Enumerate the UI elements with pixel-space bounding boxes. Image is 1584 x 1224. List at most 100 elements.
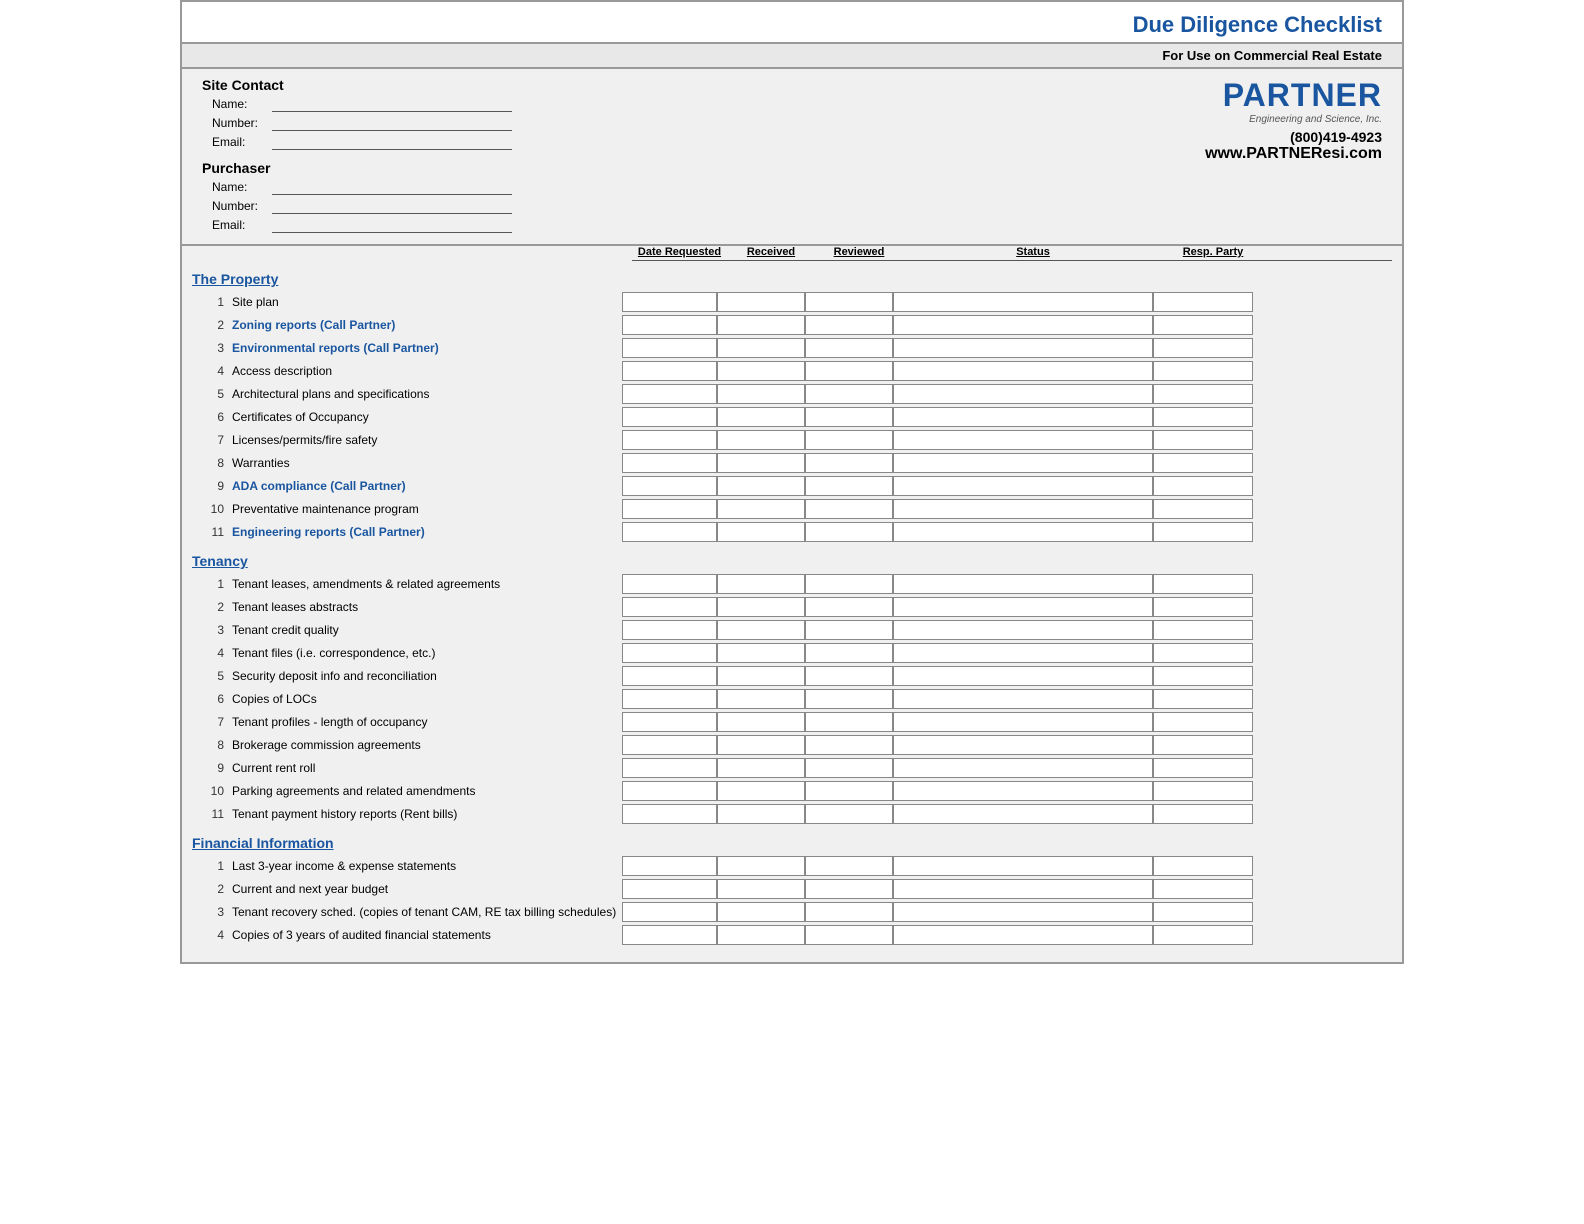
checklist-cell[interactable] bbox=[893, 712, 1153, 732]
checklist-cell[interactable] bbox=[893, 597, 1153, 617]
checklist-cell[interactable] bbox=[1153, 522, 1253, 542]
checklist-cell[interactable] bbox=[1153, 430, 1253, 450]
checklist-cell[interactable] bbox=[717, 476, 805, 496]
checklist-cell[interactable] bbox=[1153, 292, 1253, 312]
checklist-cell[interactable] bbox=[622, 574, 717, 594]
checklist-cell[interactable] bbox=[805, 879, 893, 899]
checklist-cell[interactable] bbox=[1153, 384, 1253, 404]
checklist-cell[interactable] bbox=[893, 689, 1153, 709]
checklist-cell[interactable] bbox=[805, 597, 893, 617]
checklist-cell[interactable] bbox=[717, 925, 805, 945]
checklist-cell[interactable] bbox=[622, 384, 717, 404]
checklist-cell[interactable] bbox=[622, 712, 717, 732]
checklist-cell[interactable] bbox=[622, 781, 717, 801]
checklist-cell[interactable] bbox=[717, 499, 805, 519]
checklist-cell[interactable] bbox=[622, 643, 717, 663]
checklist-cell[interactable] bbox=[717, 643, 805, 663]
checklist-cell[interactable] bbox=[717, 430, 805, 450]
checklist-cell[interactable] bbox=[622, 902, 717, 922]
checklist-cell[interactable] bbox=[622, 476, 717, 496]
checklist-cell[interactable] bbox=[717, 758, 805, 778]
checklist-cell[interactable] bbox=[893, 902, 1153, 922]
checklist-cell[interactable] bbox=[622, 689, 717, 709]
checklist-cell[interactable] bbox=[805, 522, 893, 542]
checklist-cell[interactable] bbox=[622, 499, 717, 519]
checklist-cell[interactable] bbox=[717, 856, 805, 876]
checklist-cell[interactable] bbox=[1153, 856, 1253, 876]
checklist-cell[interactable] bbox=[622, 292, 717, 312]
checklist-cell[interactable] bbox=[805, 315, 893, 335]
checklist-cell[interactable] bbox=[805, 384, 893, 404]
checklist-cell[interactable] bbox=[622, 666, 717, 686]
checklist-cell[interactable] bbox=[893, 758, 1153, 778]
checklist-cell[interactable] bbox=[622, 522, 717, 542]
checklist-cell[interactable] bbox=[893, 292, 1153, 312]
checklist-cell[interactable] bbox=[717, 522, 805, 542]
checklist-cell[interactable] bbox=[1153, 666, 1253, 686]
checklist-cell[interactable] bbox=[622, 804, 717, 824]
checklist-cell[interactable] bbox=[805, 758, 893, 778]
checklist-cell[interactable] bbox=[805, 902, 893, 922]
checklist-cell[interactable] bbox=[805, 361, 893, 381]
checklist-cell[interactable] bbox=[717, 735, 805, 755]
checklist-cell[interactable] bbox=[717, 407, 805, 427]
checklist-cell[interactable] bbox=[893, 315, 1153, 335]
checklist-cell[interactable] bbox=[1153, 597, 1253, 617]
checklist-cell[interactable] bbox=[717, 804, 805, 824]
checklist-cell[interactable] bbox=[1153, 453, 1253, 473]
checklist-cell[interactable] bbox=[805, 689, 893, 709]
purchaser-number-input[interactable] bbox=[272, 198, 512, 214]
checklist-cell[interactable] bbox=[717, 620, 805, 640]
checklist-cell[interactable] bbox=[717, 292, 805, 312]
checklist-cell[interactable] bbox=[1153, 804, 1253, 824]
checklist-cell[interactable] bbox=[1153, 879, 1253, 899]
checklist-cell[interactable] bbox=[1153, 574, 1253, 594]
checklist-cell[interactable] bbox=[1153, 735, 1253, 755]
checklist-cell[interactable] bbox=[717, 315, 805, 335]
checklist-cell[interactable] bbox=[805, 735, 893, 755]
checklist-cell[interactable] bbox=[622, 925, 717, 945]
purchaser-email-input[interactable] bbox=[272, 217, 512, 233]
checklist-cell[interactable] bbox=[717, 361, 805, 381]
checklist-cell[interactable] bbox=[1153, 902, 1253, 922]
checklist-cell[interactable] bbox=[622, 407, 717, 427]
checklist-cell[interactable] bbox=[805, 666, 893, 686]
site-contact-email-input[interactable] bbox=[272, 134, 512, 150]
checklist-cell[interactable] bbox=[893, 804, 1153, 824]
purchaser-name-input[interactable] bbox=[272, 179, 512, 195]
checklist-cell[interactable] bbox=[622, 338, 717, 358]
checklist-cell[interactable] bbox=[805, 781, 893, 801]
checklist-cell[interactable] bbox=[1153, 712, 1253, 732]
checklist-cell[interactable] bbox=[717, 902, 805, 922]
checklist-cell[interactable] bbox=[893, 430, 1153, 450]
checklist-cell[interactable] bbox=[805, 292, 893, 312]
checklist-cell[interactable] bbox=[622, 430, 717, 450]
checklist-cell[interactable] bbox=[805, 804, 893, 824]
checklist-cell[interactable] bbox=[1153, 689, 1253, 709]
checklist-cell[interactable] bbox=[622, 879, 717, 899]
checklist-cell[interactable] bbox=[1153, 925, 1253, 945]
checklist-cell[interactable] bbox=[717, 712, 805, 732]
checklist-cell[interactable] bbox=[805, 407, 893, 427]
checklist-cell[interactable] bbox=[805, 499, 893, 519]
checklist-cell[interactable] bbox=[1153, 781, 1253, 801]
checklist-cell[interactable] bbox=[893, 574, 1153, 594]
checklist-cell[interactable] bbox=[893, 856, 1153, 876]
checklist-cell[interactable] bbox=[1153, 407, 1253, 427]
checklist-cell[interactable] bbox=[1153, 758, 1253, 778]
checklist-cell[interactable] bbox=[893, 522, 1153, 542]
checklist-cell[interactable] bbox=[805, 712, 893, 732]
checklist-cell[interactable] bbox=[622, 735, 717, 755]
site-contact-number-input[interactable] bbox=[272, 115, 512, 131]
checklist-cell[interactable] bbox=[805, 476, 893, 496]
checklist-cell[interactable] bbox=[805, 856, 893, 876]
checklist-cell[interactable] bbox=[622, 361, 717, 381]
checklist-cell[interactable] bbox=[893, 476, 1153, 496]
checklist-cell[interactable] bbox=[893, 643, 1153, 663]
checklist-cell[interactable] bbox=[1153, 643, 1253, 663]
checklist-cell[interactable] bbox=[893, 338, 1153, 358]
checklist-cell[interactable] bbox=[622, 453, 717, 473]
checklist-cell[interactable] bbox=[717, 597, 805, 617]
checklist-cell[interactable] bbox=[893, 499, 1153, 519]
checklist-cell[interactable] bbox=[805, 453, 893, 473]
